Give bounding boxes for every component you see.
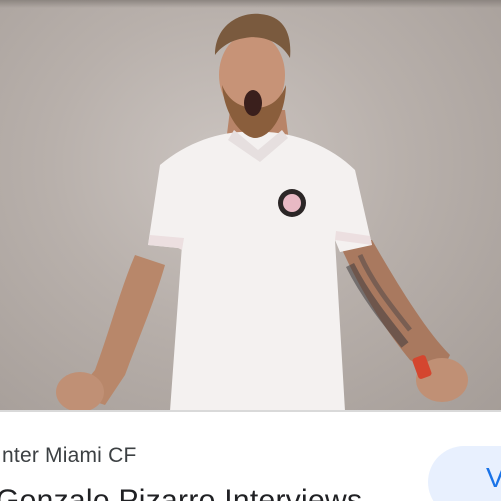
image-result-card[interactable]: Inter Miami CF Gonzalo Pizarro Interview…	[0, 0, 501, 501]
source-name[interactable]: Inter Miami CF	[0, 444, 136, 468]
visit-button-label: Visit	[486, 462, 501, 493]
result-headline[interactable]: Gonzalo Pizarro Interviews	[0, 484, 362, 501]
player-photo[interactable]	[0, 0, 501, 411]
visit-button[interactable]: Visit	[428, 446, 501, 501]
player-illustration	[56, 13, 468, 411]
divider	[0, 410, 501, 412]
image-top-shadow	[0, 0, 501, 8]
